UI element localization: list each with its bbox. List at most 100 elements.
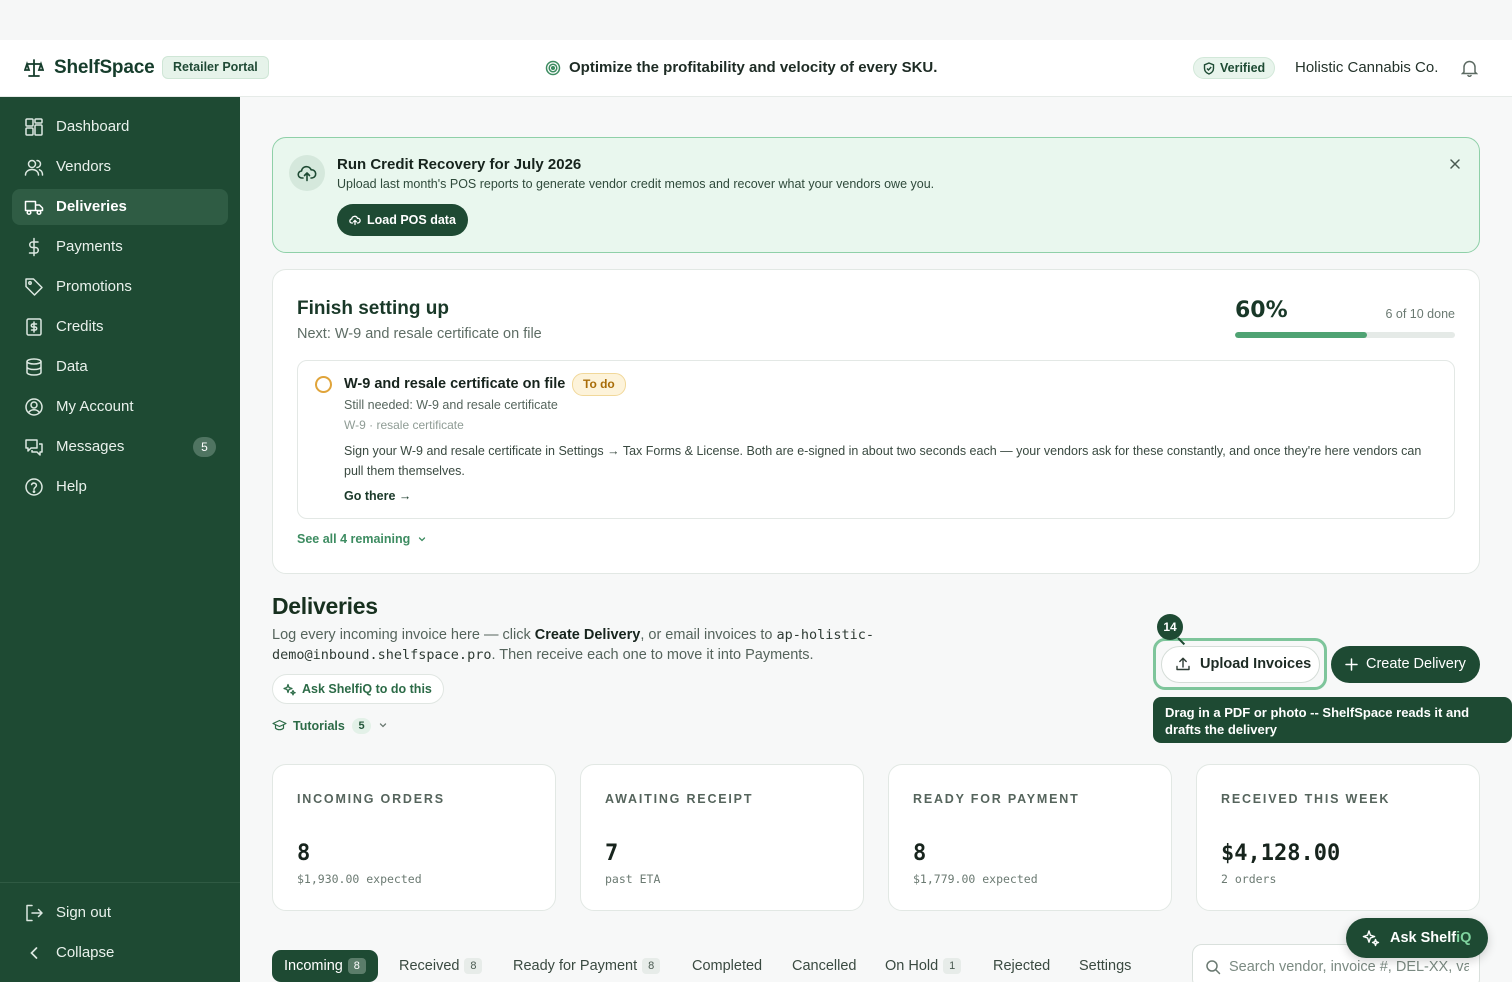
tab-completed[interactable]: Completed [680, 950, 774, 982]
load-pos-data-button[interactable]: Load POS data [337, 204, 468, 236]
stat-subtext: $1,779.00 expected [913, 872, 1038, 886]
sidebar-item-label: Help [56, 478, 87, 495]
verified-label: Verified [1220, 61, 1266, 75]
setup-progress-bar [1235, 332, 1455, 338]
tab-settings[interactable]: Settings [1067, 950, 1143, 982]
go-there-link[interactable]: Go there → [344, 489, 411, 503]
brand-name[interactable]: ShelfSpace [54, 57, 155, 79]
fab-label-accent: iQ [1456, 930, 1472, 946]
see-all-label: See all 4 remaining [297, 532, 411, 546]
stat-card-ready-for-payment[interactable]: READY FOR PAYMENT 8 $1,779.00 expected [888, 764, 1172, 911]
credit-recovery-banner: Run Credit Recovery for July 2026 Upload… [272, 137, 1480, 253]
setup-percent: 60% [1235, 298, 1288, 323]
upload-invoices-button[interactable]: Upload Invoices [1161, 646, 1320, 683]
ask-shelfiq-fab[interactable]: Ask ShelfiQ [1346, 918, 1488, 958]
sidebar-item-credits[interactable]: Credits [12, 309, 228, 345]
setup-task-card: W-9 and resale certificate on file To do… [297, 360, 1455, 519]
tab-label: Rejected [993, 958, 1051, 974]
tab-cancelled[interactable]: Cancelled [780, 950, 869, 982]
tab-label: Settings [1079, 958, 1132, 974]
sidebar-item-label: Dashboard [56, 118, 130, 135]
sidebar-item-label: Payments [56, 238, 123, 255]
target-icon [545, 60, 561, 76]
sidebar-item-deliveries[interactable]: Deliveries [12, 189, 228, 225]
stat-label: INCOMING ORDERS [297, 792, 445, 806]
tutorials-count: 5 [352, 718, 371, 734]
tab-incoming[interactable]: Incoming 8 [272, 950, 378, 982]
ask-shelfiq-button[interactable]: Ask ShelfiQ to do this [272, 674, 444, 704]
sidebar-item-label: Deliveries [56, 198, 127, 215]
stat-value: 8 [913, 841, 927, 866]
search-input[interactable] [1229, 955, 1469, 979]
tab-received[interactable]: Received 8 [387, 950, 494, 982]
sidebar-item-messages[interactable]: Messages 5 [12, 429, 228, 465]
stat-label: RECEIVED THIS WEEK [1221, 792, 1391, 806]
create-delivery-label: Create Delivery [1366, 656, 1466, 672]
page-title: Deliveries [272, 593, 378, 619]
load-pos-data-label: Load POS data [367, 213, 456, 227]
sidebar-item-data[interactable]: Data [12, 349, 228, 385]
tab-count: 8 [642, 958, 661, 974]
task-status-circle-icon[interactable] [315, 376, 332, 393]
see-all-remaining-toggle[interactable]: See all 4 remaining [297, 532, 427, 546]
main-content: Run Credit Recovery for July 2026 Upload… [240, 97, 1512, 982]
upload-invoices-label: Upload Invoices [1200, 656, 1312, 672]
graduation-cap-icon [272, 719, 287, 731]
tab-label: Completed [692, 958, 763, 974]
stat-subtext: past ETA [605, 872, 661, 886]
create-delivery-button[interactable]: Create Delivery [1331, 646, 1480, 683]
sidebar-item-payments[interactable]: Payments [12, 229, 228, 265]
tab-rejected[interactable]: Rejected [981, 950, 1062, 982]
close-icon[interactable] [1449, 158, 1461, 170]
collapse-button[interactable]: Collapse [12, 935, 228, 971]
stat-label: READY FOR PAYMENT [913, 792, 1080, 806]
tab-ready-for-payment[interactable]: Ready for Payment 8 [501, 950, 672, 982]
browser-top-strip [0, 0, 1512, 40]
messages-icon [25, 439, 43, 456]
tutorials-label: Tutorials [293, 719, 345, 733]
task-description: Sign your W-9 and resale certificate in … [344, 444, 1422, 478]
sidebar-item-my-account[interactable]: My Account [12, 389, 228, 425]
task-title: W-9 and resale certificate on file [344, 376, 566, 392]
desc-text: . Then receive each one to move it into … [491, 647, 814, 663]
stat-card-received-this-week[interactable]: RECEIVED THIS WEEK $4,128.00 2 orders [1196, 764, 1480, 911]
tab-on-hold[interactable]: On Hold 1 [873, 950, 973, 982]
setup-title: Finish setting up [297, 298, 449, 319]
sidebar-item-label: Promotions [56, 278, 132, 295]
stat-card-incoming[interactable]: INCOMING ORDERS 8 $1,930.00 expected [272, 764, 556, 911]
database-icon [26, 358, 42, 376]
stat-value: $4,128.00 [1221, 841, 1341, 866]
setup-checklist-card: Finish setting up Next: W-9 and resale c… [272, 269, 1480, 574]
task-status-badge: To do [572, 373, 626, 396]
tab-label: Incoming [284, 958, 343, 974]
chevron-left-icon [30, 947, 38, 959]
stat-card-awaiting[interactable]: AWAITING RECEIPT 7 past ETA [580, 764, 864, 911]
company-name[interactable]: Holistic Cannabis Co. [1295, 59, 1438, 76]
cloud-upload-icon [289, 155, 325, 191]
task-tags: W-9 · resale certificate [344, 418, 464, 432]
dollar-icon [28, 237, 39, 257]
sidebar-item-help[interactable]: Help [12, 469, 228, 505]
sidebar-item-dashboard[interactable]: Dashboard [12, 109, 228, 145]
upload-icon [1176, 657, 1190, 671]
cloud-upload-icon [349, 215, 361, 226]
tab-label: Cancelled [792, 958, 857, 974]
task-needed: Still needed: W-9 and resale certificate [344, 398, 558, 412]
collapse-label: Collapse [56, 944, 115, 961]
tour-step-badge: 14 [1157, 614, 1183, 640]
shield-check-icon [1203, 62, 1215, 75]
verified-badge: Verified [1193, 57, 1276, 79]
search-icon [1206, 960, 1221, 975]
portal-badge: Retailer Portal [162, 56, 269, 79]
sign-out-button[interactable]: Sign out [12, 895, 228, 931]
sidebar-item-promotions[interactable]: Promotions [12, 269, 228, 305]
logout-icon [26, 904, 43, 922]
bell-icon[interactable] [1461, 59, 1478, 77]
deliveries-description: Log every incoming invoice here — click … [272, 625, 912, 665]
sidebar-item-label: Credits [56, 318, 104, 335]
messages-count-badge: 5 [193, 437, 216, 457]
fab-label: Ask Shelf [1390, 930, 1457, 946]
tab-count: 1 [943, 958, 962, 974]
sidebar-item-vendors[interactable]: Vendors [12, 149, 228, 185]
setup-next-step: Next: W-9 and resale certificate on file [297, 326, 542, 342]
